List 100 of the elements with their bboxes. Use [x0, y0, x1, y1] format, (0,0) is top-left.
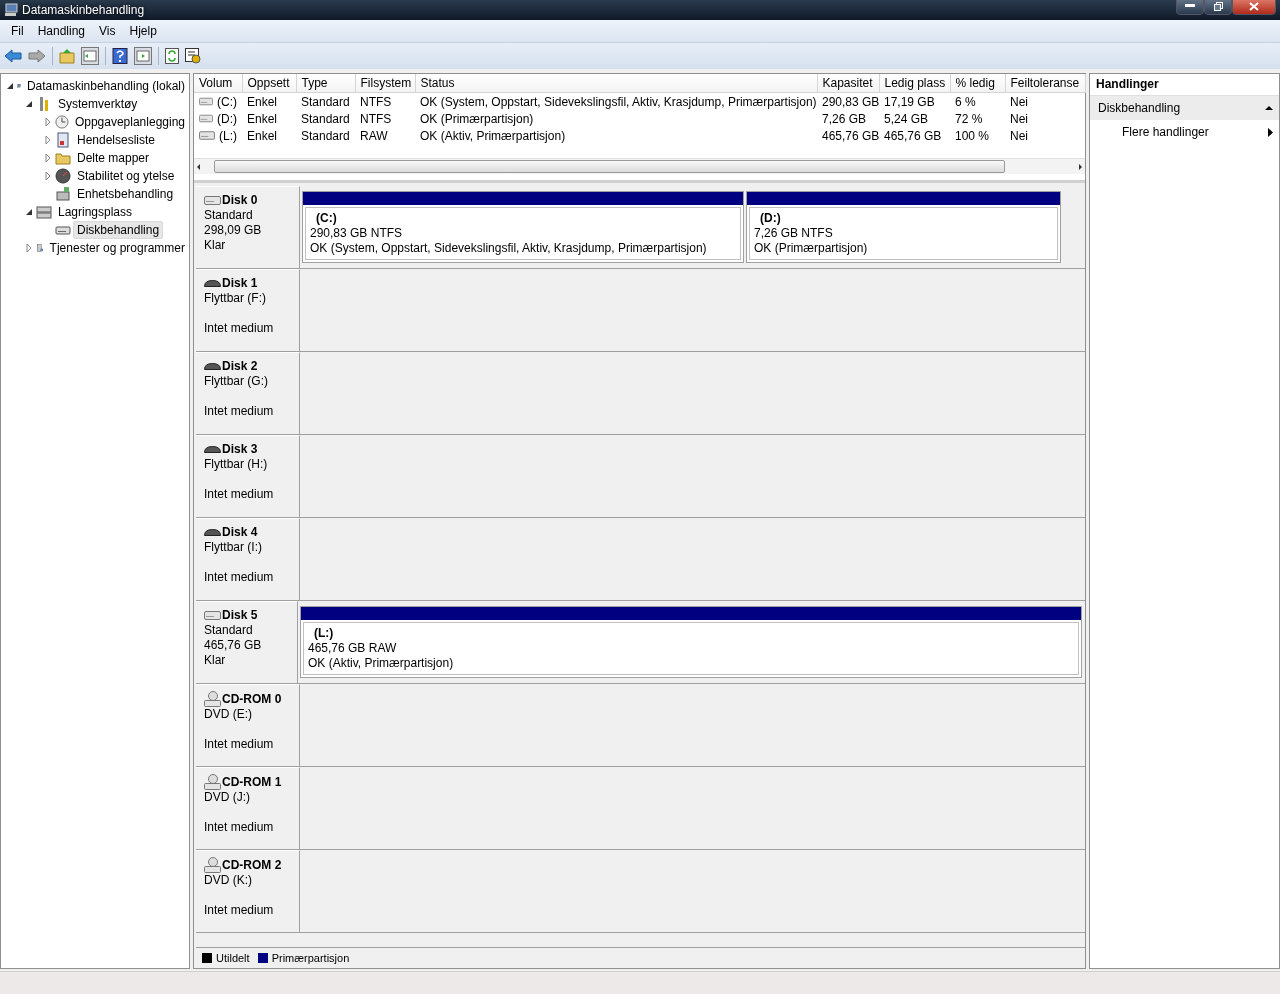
removable-drive-icon: [204, 446, 221, 453]
disk-name: Disk 1: [222, 276, 258, 291]
tree-item[interactable]: Datamaskinbehandling (lokal): [22, 77, 189, 95]
column-header[interactable]: Type: [296, 74, 355, 93]
disk-size: 465,76 GB: [204, 638, 263, 653]
menu-item[interactable]: Fil: [4, 24, 31, 38]
table-cell: 100 %: [955, 128, 990, 143]
removable-drive-icon: [204, 280, 221, 287]
menu-item[interactable]: Hjelp: [122, 24, 164, 38]
panel-icon[interactable]: [134, 47, 152, 65]
tree-item[interactable]: Delte mapper: [73, 149, 154, 167]
collapsed-arrow-icon[interactable]: [43, 171, 53, 181]
disk-status: Klar: [204, 653, 227, 668]
disk-name: Disk 0: [222, 193, 258, 208]
disk-name: Disk 3: [222, 442, 258, 457]
partition-size: 7,26 GB NTFS: [754, 226, 834, 241]
table-cell: Standard: [301, 94, 350, 109]
collapsed-arrow-icon[interactable]: [43, 153, 53, 163]
drive-icon: [204, 196, 221, 205]
partition-label: (D:): [759, 211, 782, 226]
column-header[interactable]: Ledig plass: [879, 74, 950, 93]
cd-drive-icon: [204, 691, 221, 707]
column-header[interactable]: Oppsett: [242, 74, 296, 93]
partition[interactable]: (D:) 7,26 GB NTFS OK (Primærpartisjon): [746, 191, 1061, 263]
column-header[interactable]: Volum: [194, 74, 242, 93]
table-cell: NTFS: [360, 94, 392, 109]
disk-name: Disk 5: [222, 608, 258, 623]
properties-icon[interactable]: [185, 48, 201, 64]
table-cell: Enkel: [247, 94, 278, 109]
menu-item[interactable]: Vis: [92, 24, 123, 38]
table-cell: RAW: [360, 128, 388, 143]
table-cell: OK (Primærpartisjon): [420, 111, 534, 126]
disk-name: CD-ROM 2: [222, 857, 282, 873]
disk-type: Standard: [204, 208, 254, 223]
actions-section[interactable]: Diskbehandling: [1090, 96, 1279, 120]
table-cell: (D:): [217, 111, 237, 126]
collapsed-arrow-icon[interactable]: [43, 135, 53, 145]
forward-arrow-icon[interactable]: [28, 48, 46, 64]
partition[interactable]: (L:) 465,76 GB RAW OK (Aktiv, Primærpartisjon): [300, 606, 1082, 678]
column-header[interactable]: Feiltoleranse: [1005, 74, 1085, 93]
expanded-arrow-icon[interactable]: [24, 207, 34, 217]
tree-item[interactable]: Lagringsplass: [54, 203, 137, 221]
column-header[interactable]: Filsystem: [355, 74, 415, 93]
partition[interactable]: (C:) 290,83 GB NTFS OK (System, Oppstart, Sidevekslingsfil, Aktiv, Krasjdump, Primærpartisjon): [302, 191, 744, 263]
tree-item[interactable]: Tjenester og programmer: [45, 239, 189, 257]
table-cell: Nei: [1010, 111, 1028, 126]
table-cell: 6 %: [955, 94, 976, 109]
tree-item[interactable]: Systemverktøy: [54, 95, 142, 113]
table-cell: (L:): [219, 128, 237, 143]
column-header[interactable]: Status: [415, 74, 817, 93]
disk-name: CD-ROM 0: [222, 691, 282, 707]
disk-status: Intet medium: [204, 737, 275, 752]
close-icon: [1249, 1, 1259, 11]
disk-status: Klar: [204, 238, 227, 253]
disk-type: Flyttbar (H:): [204, 457, 269, 472]
folder-up-icon[interactable]: [59, 48, 75, 64]
panel-icon[interactable]: [81, 47, 99, 65]
drive-icon: [199, 114, 213, 123]
legend-label: Utildelt: [216, 952, 250, 964]
drive-icon: [36, 204, 52, 220]
partition-status: OK (Aktiv, Primærpartisjon): [308, 656, 455, 671]
table-cell: Standard: [301, 111, 350, 126]
tree-item[interactable]: Oppgaveplanlegging: [70, 113, 189, 131]
table-cell: Enkel: [247, 111, 278, 126]
tree-item[interactable]: Enhetsbehandling: [73, 185, 178, 203]
disk-size: 298,09 GB: [204, 223, 263, 238]
disk-status: Intet medium: [204, 487, 275, 502]
expanded-arrow-icon[interactable]: [24, 99, 34, 109]
back-arrow-icon[interactable]: [4, 48, 22, 64]
gauge-icon: [55, 168, 71, 184]
column-header[interactable]: Kapasitet: [817, 74, 879, 93]
disk-name: Disk 2: [222, 359, 258, 374]
refresh-icon[interactable]: [165, 48, 179, 64]
partition-size: 290,83 GB NTFS: [310, 226, 404, 241]
log-icon: [55, 132, 71, 148]
computer-icon: [4, 3, 18, 17]
horizontal-scrollbar[interactable]: [194, 158, 1085, 174]
drive-icon: [199, 97, 213, 106]
tree-item[interactable]: Hendelsesliste: [73, 131, 160, 149]
collapsed-arrow-icon[interactable]: [24, 243, 34, 253]
close-button[interactable]: [1232, 0, 1276, 15]
tree-item[interactable]: Stabilitet og ytelse: [73, 167, 179, 185]
restore-button[interactable]: [1204, 0, 1232, 15]
help-icon[interactable]: [112, 48, 128, 64]
tree-item[interactable]: Diskbehandling: [73, 221, 164, 239]
column-header[interactable]: % ledig: [950, 74, 1005, 93]
table-cell: 465,76 GB: [822, 128, 879, 143]
window-title: Datamaskinbehandling: [22, 3, 146, 17]
expanded-arrow-icon[interactable]: [5, 81, 15, 91]
disk-type: Flyttbar (F:): [204, 291, 267, 306]
folder-icon: [55, 150, 71, 166]
minimize-button[interactable]: [1176, 0, 1204, 15]
disk-status: Intet medium: [204, 404, 275, 419]
menu-item[interactable]: Handling: [30, 24, 93, 38]
partition-label: (C:): [315, 211, 338, 226]
action-item[interactable]: Flere handlinger: [1090, 120, 1279, 144]
table-cell: 7,26 GB: [822, 111, 867, 126]
collapsed-arrow-icon[interactable]: [43, 117, 53, 127]
legend-label: Primærpartisjon: [271, 952, 350, 964]
disk-name: CD-ROM 1: [222, 774, 282, 790]
